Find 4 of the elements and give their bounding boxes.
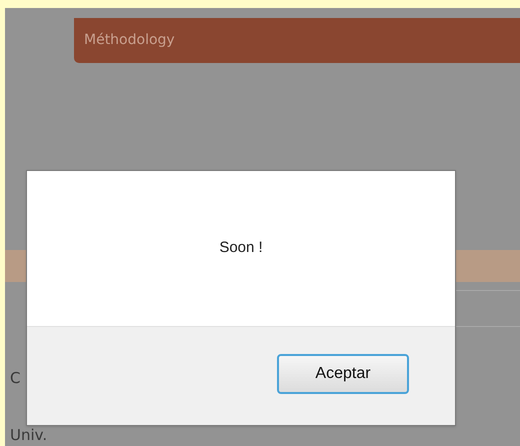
dialog-message: Soon !	[219, 238, 263, 258]
accept-button[interactable]: Aceptar	[277, 354, 409, 394]
page-text: C	[10, 368, 20, 389]
page-text: Univ.	[10, 424, 48, 446]
